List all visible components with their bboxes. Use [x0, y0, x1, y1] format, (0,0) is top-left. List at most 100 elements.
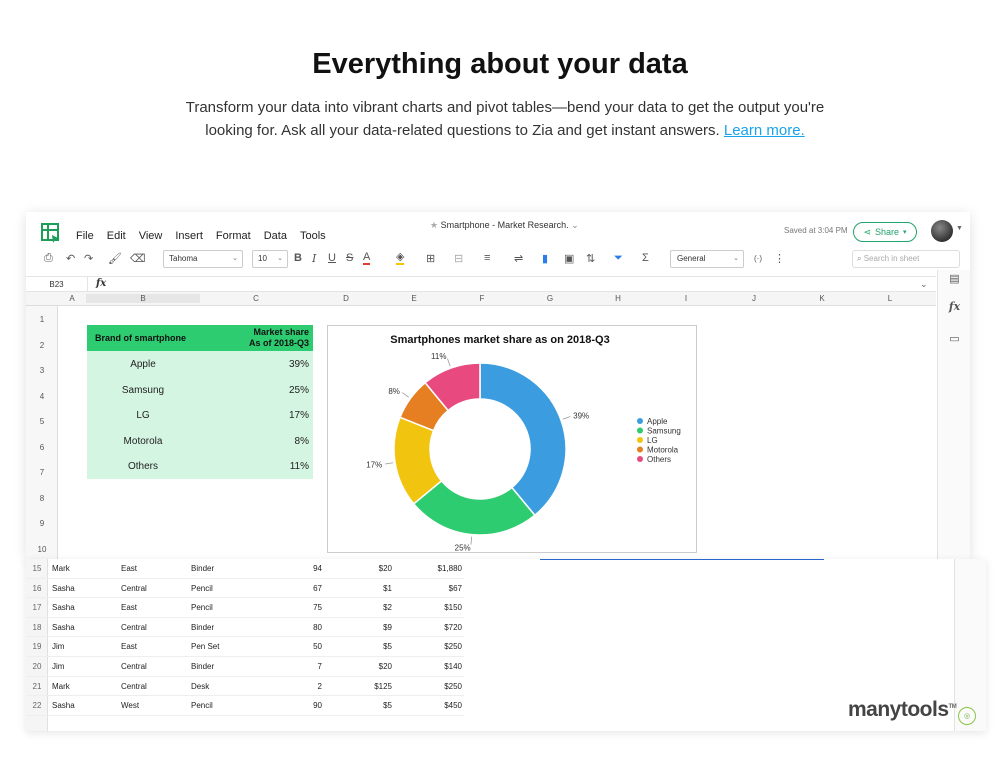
sheet-app-logo-icon[interactable] — [40, 222, 62, 244]
row-header-2[interactable]: 2 — [26, 341, 58, 350]
units-cell[interactable]: 90 — [258, 701, 322, 710]
brand-cell[interactable]: Motorola — [87, 428, 199, 454]
region-cell[interactable]: Central — [121, 623, 147, 632]
learn-more-link[interactable]: Learn more. — [724, 122, 805, 139]
strikethrough-icon[interactable]: S — [346, 252, 353, 264]
name-cell[interactable]: Mark — [52, 564, 70, 573]
cost-cell[interactable]: $2 — [326, 603, 392, 612]
functions-panel-icon[interactable]: fx — [938, 300, 970, 313]
item-cell[interactable]: Binder — [191, 564, 214, 573]
legend-label[interactable]: Others — [647, 455, 671, 464]
function-icon[interactable]: (·) — [754, 254, 762, 263]
menu-insert[interactable]: Insert — [175, 230, 203, 242]
cost-cell[interactable]: $125 — [326, 682, 392, 691]
chart-icon[interactable]: ▮ — [542, 252, 548, 265]
units-cell[interactable]: 67 — [258, 584, 322, 593]
avatar[interactable] — [931, 220, 953, 242]
star-icon[interactable]: ★ — [430, 220, 438, 230]
column-header-k[interactable]: K — [788, 294, 856, 303]
row-header-8[interactable]: 8 — [26, 494, 58, 503]
cost-cell[interactable]: $5 — [326, 642, 392, 651]
merge-cells-icon[interactable]: ⊟ — [454, 252, 463, 265]
column-header-c[interactable]: C — [200, 294, 312, 303]
chevron-down-icon[interactable]: ▼ — [956, 225, 963, 232]
number-format-select[interactable]: General ⌄ — [670, 250, 744, 268]
column-header-f[interactable]: F — [448, 294, 516, 303]
legend-label[interactable]: Samsung — [647, 427, 681, 436]
total-cell[interactable]: $250 — [396, 682, 462, 691]
print-icon[interactable]: ⎙ — [44, 252, 53, 265]
total-cell[interactable]: $450 — [396, 701, 462, 710]
row-number[interactable]: 18 — [26, 623, 48, 632]
row-header-9[interactable]: 9 — [26, 519, 58, 528]
units-cell[interactable]: 7 — [258, 662, 322, 671]
row-number[interactable]: 21 — [26, 682, 48, 691]
row-header-7[interactable]: 7 — [26, 468, 58, 477]
name-cell[interactable]: Sasha — [52, 584, 75, 593]
filter-icon[interactable]: ⏷ — [614, 252, 623, 265]
total-cell[interactable]: $140 — [396, 662, 462, 671]
brand-cell[interactable]: Apple — [87, 351, 199, 377]
donut-slice-apple[interactable] — [479, 362, 567, 517]
item-cell[interactable]: Desk — [191, 682, 209, 691]
region-cell[interactable]: Central — [121, 662, 147, 671]
cost-cell[interactable]: $1 — [326, 584, 392, 593]
column-header-l[interactable]: L — [856, 294, 924, 303]
row-header-4[interactable]: 4 — [26, 392, 58, 401]
share-cell[interactable]: 17% — [199, 402, 313, 428]
font-size-select[interactable]: 10 ⌄ — [252, 250, 288, 268]
share-cell[interactable]: 39% — [199, 351, 313, 377]
share-cell[interactable]: 11% — [199, 453, 313, 479]
row-header-1[interactable]: 1 — [26, 315, 58, 324]
brand-cell[interactable]: Others — [87, 453, 199, 479]
more-options-icon[interactable]: ⋮ — [774, 252, 785, 265]
clear-format-icon[interactable]: ⌫ — [130, 252, 146, 265]
comments-icon[interactable]: ▭ — [938, 332, 970, 345]
row-header-5[interactable]: 5 — [26, 417, 58, 426]
region-cell[interactable]: East — [121, 603, 137, 612]
region-cell[interactable]: Central — [121, 584, 147, 593]
name-cell[interactable]: Mark — [52, 682, 70, 691]
row-number[interactable]: 16 — [26, 584, 48, 593]
item-cell[interactable]: Pencil — [191, 603, 213, 612]
header-brand[interactable]: Brand of smartphone — [87, 325, 235, 351]
region-cell[interactable]: West — [121, 701, 139, 710]
cost-cell[interactable]: $9 — [326, 623, 392, 632]
region-cell[interactable]: East — [121, 564, 137, 573]
share-cell[interactable]: 25% — [199, 377, 313, 403]
sum-icon[interactable]: Σ — [642, 252, 649, 264]
brand-cell[interactable]: Samsung — [87, 377, 199, 403]
donut-chart[interactable]: Smartphones market share as on 2018-Q3 3… — [327, 325, 697, 553]
row-number[interactable]: 17 — [26, 603, 48, 612]
legend-label[interactable]: Apple — [647, 417, 668, 426]
column-header-h[interactable]: H — [584, 294, 652, 303]
column-header-b[interactable]: B — [86, 294, 200, 303]
row-number[interactable]: 20 — [26, 662, 48, 671]
chevron-down-icon[interactable]: ⌄ — [920, 279, 928, 290]
font-family-select[interactable]: Tahoma ⌄ — [163, 250, 243, 268]
item-cell[interactable]: Pen Set — [191, 642, 219, 651]
menu-data[interactable]: Data — [264, 230, 287, 242]
units-cell[interactable]: 50 — [258, 642, 322, 651]
total-cell[interactable]: $1,880 — [396, 564, 462, 573]
cost-cell[interactable]: $20 — [326, 564, 392, 573]
item-cell[interactable]: Binder — [191, 623, 214, 632]
cell-reference-box[interactable]: B23 — [26, 277, 88, 292]
name-cell[interactable]: Sasha — [52, 701, 75, 710]
name-cell[interactable]: Sasha — [52, 623, 75, 632]
chevron-down-icon[interactable]: ⌄ — [571, 220, 579, 230]
total-cell[interactable]: $250 — [396, 642, 462, 651]
row-header-3[interactable]: 3 — [26, 366, 58, 375]
bold-icon[interactable]: B — [294, 252, 302, 264]
column-header-i[interactable]: I — [652, 294, 720, 303]
sort-icon[interactable]: ⇅ — [586, 252, 595, 265]
legend-label[interactable]: Motorola — [647, 446, 679, 455]
menu-edit[interactable]: Edit — [107, 230, 126, 242]
header-share[interactable]: Market share As of 2018-Q3 — [235, 325, 313, 351]
menu-format[interactable]: Format — [216, 230, 251, 242]
item-cell[interactable]: Binder — [191, 662, 214, 671]
paint-format-icon[interactable]: 🖌 — [108, 252, 122, 265]
column-header-g[interactable]: G — [516, 294, 584, 303]
row-number[interactable]: 15 — [26, 564, 48, 573]
row-header-6[interactable]: 6 — [26, 443, 58, 452]
